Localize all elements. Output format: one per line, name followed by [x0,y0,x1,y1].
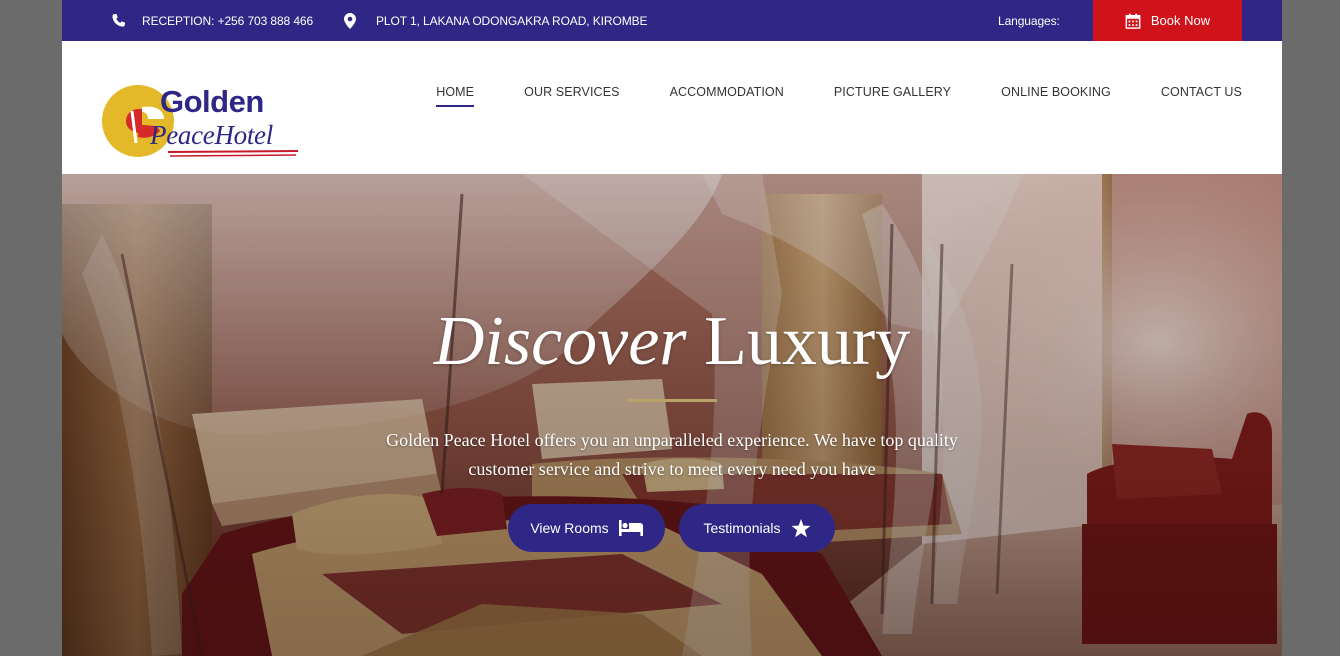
logo-word-golden: Golden [160,84,264,119]
hero-banner: Discover Luxury Golden Peace Hotel offer… [62,174,1282,656]
testimonials-label: Testimonials [703,520,781,536]
view-rooms-label: View Rooms [530,520,609,536]
star-icon [791,518,811,538]
logo[interactable]: Golden PeaceHotel [102,81,302,161]
site-header: Golden PeaceHotel HOME OUR SERVICES ACCO… [62,41,1282,174]
hero-title-rest: Luxury [686,303,911,380]
languages-selector[interactable]: Languages: [998,0,1060,41]
calendar-icon [1125,13,1141,29]
view-rooms-button[interactable]: View Rooms [508,504,665,552]
nav-accommodation[interactable]: ACCOMMODATION [670,85,784,107]
hero-description: Golden Peace Hotel offers you an unparal… [386,430,958,479]
nav-our-services[interactable]: OUR SERVICES [524,85,619,107]
nav-online-booking[interactable]: ONLINE BOOKING [1001,85,1111,107]
page: RECEPTION: +256 703 888 466 PLOT 1, LAKA… [62,0,1282,656]
main-nav: HOME OUR SERVICES ACCOMMODATION PICTURE … [386,85,1242,107]
hero-background-image [62,174,1282,656]
reception-contact[interactable]: RECEPTION: +256 703 888 466 [110,0,313,41]
languages-label: Languages: [998,13,1060,28]
top-bar: RECEPTION: +256 703 888 466 PLOT 1, LAKA… [62,0,1282,41]
address-info: PLOT 1, LAKANA ODONGAKRA ROAD, KIROMBE [342,0,648,41]
nav-picture-gallery[interactable]: PICTURE GALLERY [834,85,951,107]
bed-icon [618,520,643,536]
phone-icon [110,13,126,29]
nav-home[interactable]: HOME [436,85,475,107]
hero-title-italic: Discover [433,303,687,380]
map-marker-icon [342,12,358,29]
book-now-label: Book Now [1150,13,1211,28]
hero-divider [627,399,717,402]
hero-title: Discover Luxury [62,302,1282,382]
reception-text: RECEPTION: +256 703 888 466 [142,13,314,28]
nav-contact-us[interactable]: CONTACT US [1161,85,1242,107]
address-text: PLOT 1, LAKANA ODONGAKRA ROAD, KIROMBE [376,13,648,28]
logo-word-peacehotel: PeaceHotel [150,120,273,150]
testimonials-button[interactable]: Testimonials [679,504,835,552]
book-now-button[interactable]: Book Now [1093,0,1242,41]
